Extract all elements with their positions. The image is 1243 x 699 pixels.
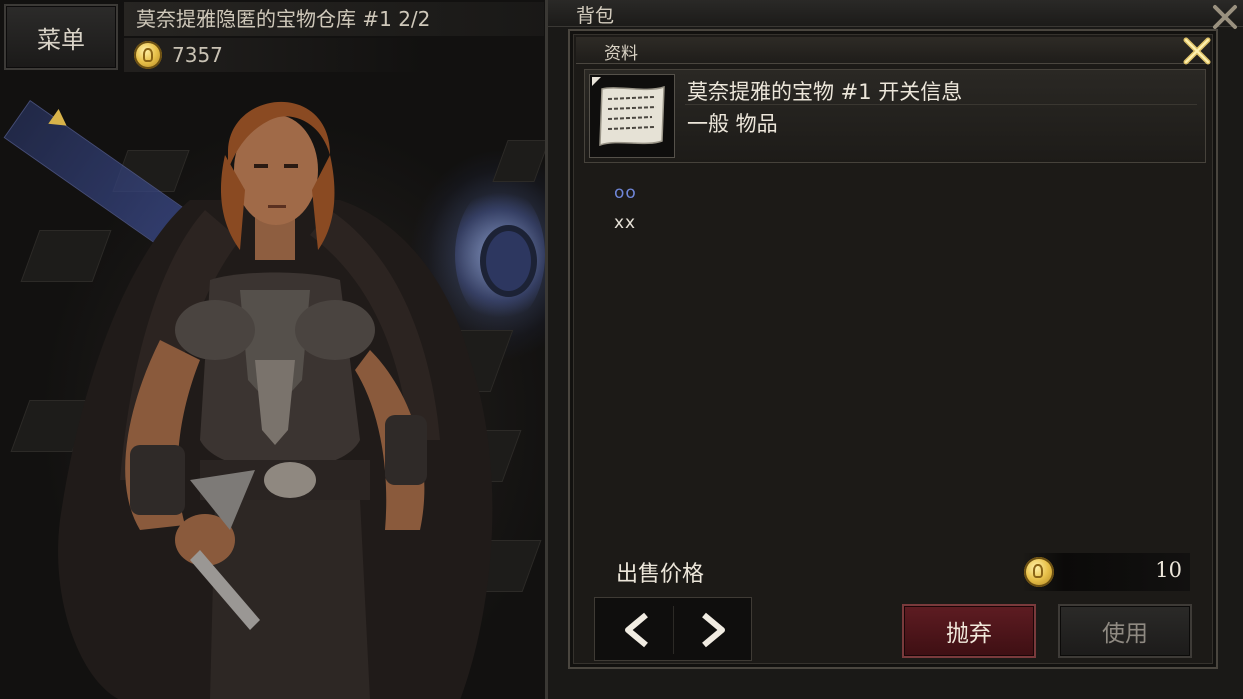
sell-price-row: 出售价格 10: [610, 553, 1190, 591]
menu-button[interactable]: 菜单: [4, 4, 118, 70]
item-type: 一般 物品: [687, 112, 778, 136]
info-tab: 资料: [576, 37, 1210, 64]
sell-price-value: 10: [1155, 558, 1182, 582]
item-info-dialog: 资料 莫奈提雅的宝物 #1 开关信息 一般 物品 oo xx 出售价格 10 抛…: [568, 29, 1218, 669]
chevron-right-icon: [702, 612, 725, 648]
inventory-title: 背包: [576, 5, 615, 27]
item-description-accent: oo: [614, 183, 637, 203]
divider: [685, 104, 1197, 105]
sell-price-label: 出售价格: [616, 562, 705, 587]
chevron-left-icon: [625, 612, 648, 648]
discard-button[interactable]: 抛弃: [902, 604, 1036, 658]
gold-counter: 7357: [124, 38, 424, 72]
inventory-header: 背包: [548, 0, 1243, 30]
gold-amount: 7357: [172, 43, 223, 67]
use-button[interactable]: 使用: [1058, 604, 1192, 658]
info-tab-label: 资料: [604, 44, 638, 64]
item-card: 莫奈提雅的宝物 #1 开关信息 一般 物品: [584, 69, 1206, 163]
divider: [673, 606, 674, 654]
item-name: 莫奈提雅的宝物 #1 开关信息: [687, 80, 963, 104]
hero-character-portrait: [58, 101, 493, 699]
item-description: xx: [614, 213, 637, 233]
item-icon-slot: [589, 74, 675, 158]
item-grade-corner: [592, 77, 601, 86]
gold-coin-icon: [1024, 557, 1054, 587]
next-item-button[interactable]: [683, 604, 743, 656]
gold-coin-icon: [134, 41, 162, 69]
previous-item-button[interactable]: [607, 604, 667, 656]
item-navigation: [594, 597, 752, 661]
close-icon[interactable]: [1212, 4, 1238, 30]
close-dialog-icon[interactable]: [1181, 35, 1213, 67]
map-title: 莫奈提雅隐匿的宝物仓库 #1 2/2: [124, 2, 544, 36]
parchment-scroll-icon: [599, 85, 665, 147]
dungeon-scene-background: [0, 0, 545, 699]
